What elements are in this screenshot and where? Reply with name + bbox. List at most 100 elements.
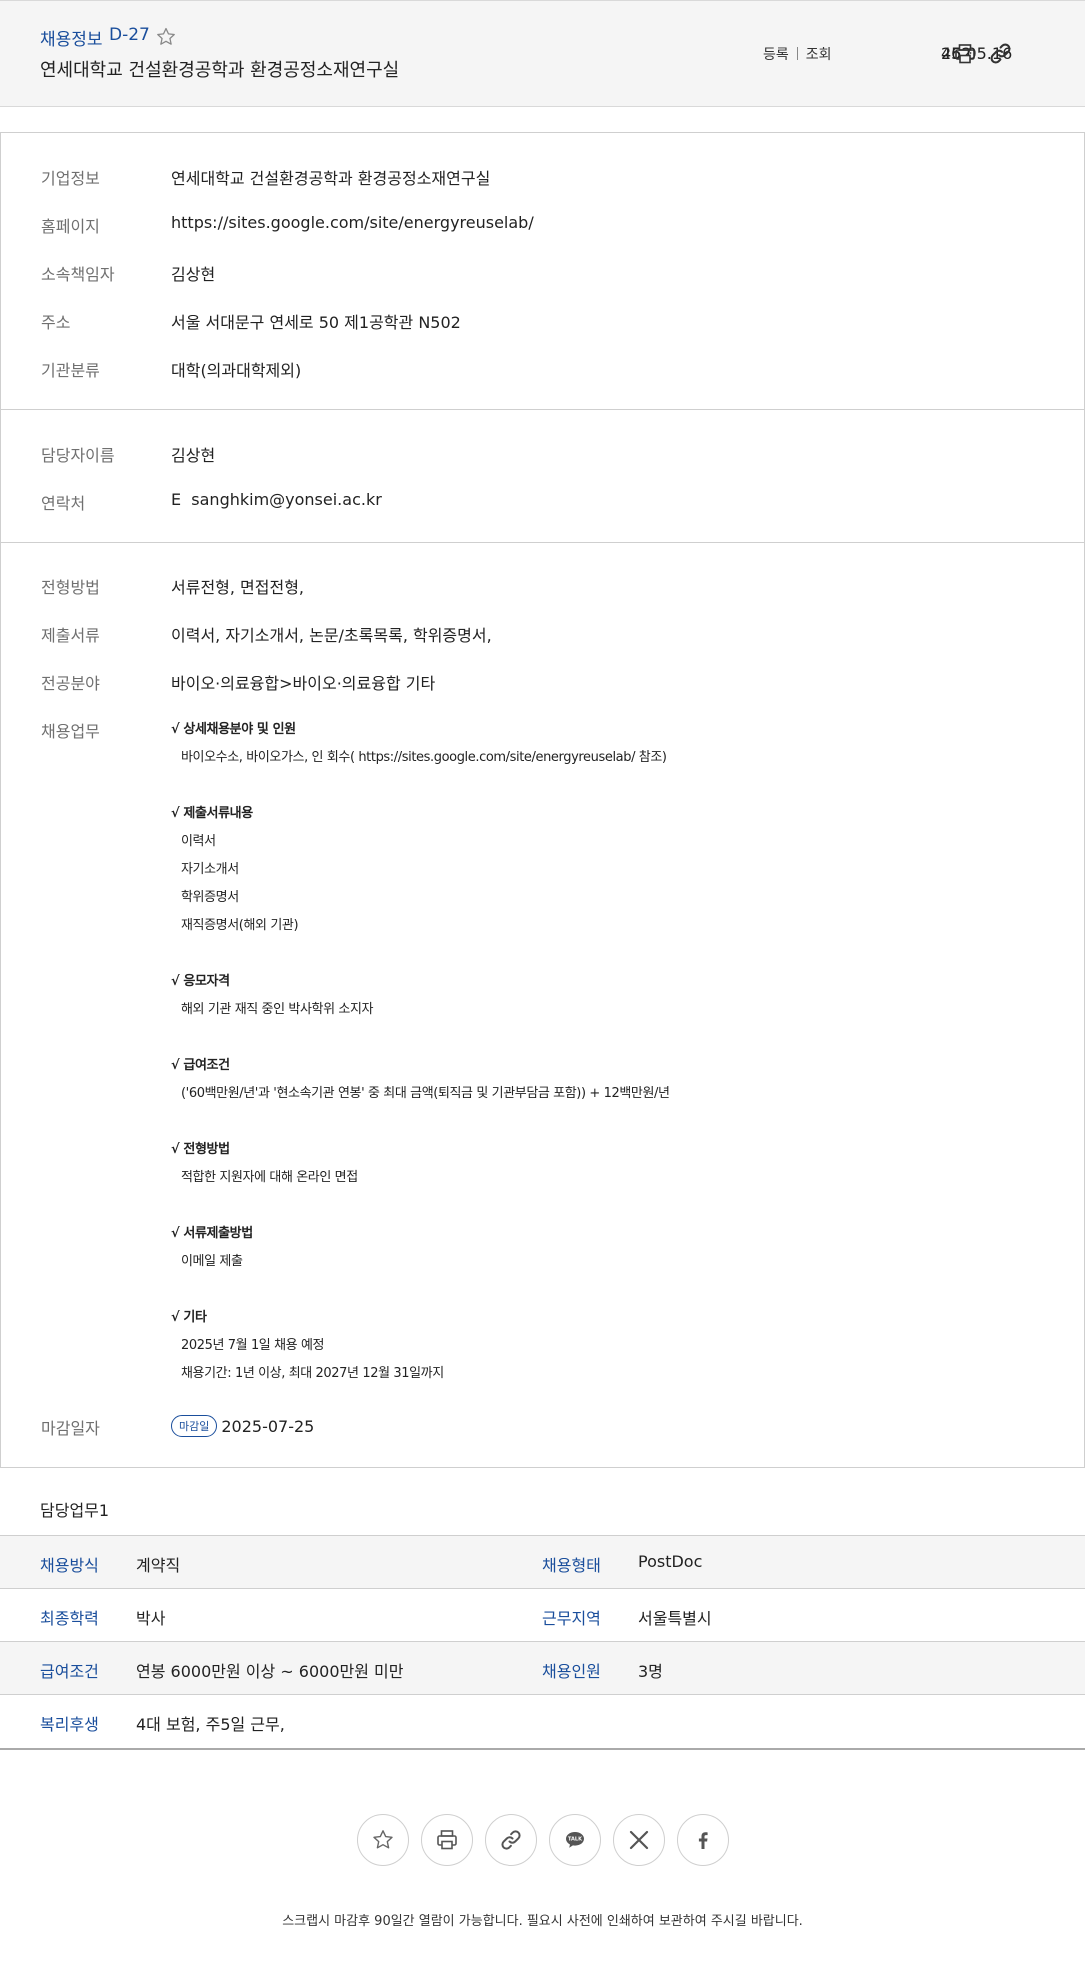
duty-section-title: √ 제출서류내용: [171, 806, 253, 821]
selection-method-label: 전형방법: [41, 578, 100, 597]
table-key: 최종학력: [40, 1609, 99, 1628]
duty-line: 이력서: [181, 834, 216, 849]
page-title: 연세대학교 건설환경공학과 환경공정소재연구실: [40, 60, 400, 81]
duty-line: ('60백만원/년'과 '현소속기관 연봉' 중 최대 금액(퇴직금 및 기관부…: [181, 1086, 670, 1101]
duty-section: √ 전형방법 적합한 지원자에 대해 온라인 면접: [171, 1136, 991, 1192]
duty-line: 재직증명서(해외 기관): [181, 918, 299, 933]
duty-section-title: √ 응모자격: [171, 974, 230, 989]
address-label: 주소: [41, 313, 71, 332]
registered-label: 등록: [763, 47, 789, 63]
deadline-label: 마감일자: [41, 1419, 100, 1438]
table-value: 4대 보험, 주5일 근무,: [136, 1715, 285, 1734]
table-value: 박사: [136, 1609, 166, 1628]
deadline-date: 2025-07-25: [221, 1417, 315, 1436]
table-row: 채용방식 계약직 채용형태 PostDoc: [0, 1536, 1085, 1589]
duty-section-title: √ 전형방법: [171, 1142, 230, 1157]
facebook-icon: [698, 1832, 708, 1849]
email-prefix: E: [171, 490, 182, 509]
contact-name-value: 김상현: [171, 446, 216, 465]
major-value: 바이오·의료융합>바이오·의료융합 기타: [171, 674, 436, 693]
duty-line: 채용기간: 1년 이상, 최대 2027년 12월 31일까지: [181, 1366, 444, 1381]
duty-line: 자기소개서: [181, 862, 239, 877]
duty-table: 채용방식 계약직 채용형태 PostDoc 최종학력 박사 근무지역 서울특별시…: [0, 1535, 1085, 1750]
documents-label: 제출서류: [41, 626, 100, 645]
duty-description: √ 상세채용분야 및 인원 바이오수소, 바이오가스, 인 회수( https:…: [171, 716, 991, 1388]
scrap-notice: 스크랩시 마감후 90일간 열람이 가능합니다. 필요시 사전에 인쇄하여 보관…: [282, 1914, 803, 1929]
kakaotalk-share-button[interactable]: TALK: [549, 1814, 601, 1866]
duty-section: √ 기타 2025년 7월 1일 채용 예정 채용기간: 1년 이상, 최대 2…: [171, 1304, 991, 1388]
scrap-button[interactable]: [357, 1814, 409, 1866]
duty-section: √ 급여조건 ('60백만원/년'과 '현소속기관 연봉' 중 최대 금액(퇴직…: [171, 1052, 991, 1108]
documents-value: 이력서, 자기소개서, 논문/초록목록, 학위증명서,: [171, 626, 492, 645]
duty-section: √ 응모자격 해외 기관 재직 중인 박사학위 소지자: [171, 968, 991, 1024]
email-link[interactable]: sanghkim@yonsei.ac.kr: [191, 490, 382, 509]
x-share-button[interactable]: [613, 1814, 665, 1866]
table-row: 급여조건 연봉 6000만원 이상 ~ 6000만원 미만 채용인원 3명: [0, 1642, 1085, 1695]
section-divider: [1, 542, 1084, 543]
duty-label: 채용업무: [41, 722, 100, 741]
manager-value: 김상현: [171, 265, 216, 284]
page-header: 채용정보 D-27 연세대학교 건설환경공학과 환경공정소재연구실 등록 25.0…: [0, 0, 1085, 107]
kakaotalk-icon: TALK: [566, 1832, 584, 1848]
homepage-link[interactable]: https://sites.google.com/site/energyreus…: [171, 213, 534, 232]
star-icon[interactable]: [155, 26, 177, 48]
meta-divider: [796, 47, 798, 60]
duty-line: 이메일 제출: [181, 1254, 243, 1269]
contact-email: E sanghkim@yonsei.ac.kr: [171, 490, 382, 509]
table-row: 복리후생 4대 보험, 주5일 근무,: [0, 1695, 1085, 1748]
table-key: 채용인원: [542, 1662, 601, 1681]
kakaotalk-label: TALK: [568, 1837, 583, 1843]
duty-section: √ 제출서류내용 이력서 자기소개서 학위증명서 재직증명서(해외 기관): [171, 800, 991, 940]
homepage-label: 홈페이지: [41, 217, 100, 236]
duty-section: √ 서류제출방법 이메일 제출: [171, 1220, 991, 1276]
deadline-badge: 마감일: [171, 1415, 218, 1437]
duty-line: 2025년 7월 1일 채용 예정: [181, 1338, 325, 1353]
post-meta: 등록 25.05.16 조회 462: [763, 44, 1012, 64]
print-icon[interactable]: [953, 42, 977, 66]
company-label: 기업정보: [41, 169, 100, 188]
duty-section-title: √ 급여조건: [171, 1058, 230, 1073]
address-value: 서울 서대문구 연세로 50 제1공학관 N502: [171, 313, 461, 332]
duty-line: 해외 기관 재직 중인 박사학위 소지자: [181, 1002, 374, 1017]
job-info-box: 기업정보 연세대학교 건설환경공학과 환경공정소재연구실 홈페이지 https:…: [0, 132, 1085, 1468]
table-row: 최종학력 박사 근무지역 서울특별시: [0, 1589, 1085, 1642]
table-key: 채용형태: [542, 1556, 601, 1575]
selection-method-value: 서류전형, 면접전형,: [171, 578, 305, 597]
table-key: 복리후생: [40, 1715, 99, 1734]
section-divider: [1, 409, 1084, 410]
table-value: 연봉 6000만원 이상 ~ 6000만원 미만: [136, 1662, 404, 1681]
deadline-value: 마감일 2025-07-25: [171, 1415, 314, 1437]
duty-section-title: √ 서류제출방법: [171, 1226, 253, 1241]
company-value: 연세대학교 건설환경공학과 환경공정소재연구실: [171, 169, 491, 188]
duty-heading: 담당업무1: [40, 1501, 110, 1520]
table-value: PostDoc: [638, 1552, 703, 1571]
table-key: 근무지역: [542, 1609, 601, 1628]
copy-link-button[interactable]: [485, 1814, 537, 1866]
star-icon: [373, 1830, 393, 1849]
duty-line: 바이오수소, 바이오가스, 인 회수( https://sites.google…: [181, 750, 667, 765]
table-value: 3명: [638, 1662, 663, 1681]
table-value: 계약직: [136, 1556, 181, 1575]
contact-name-label: 담당자이름: [41, 446, 115, 465]
print-button[interactable]: [421, 1814, 473, 1866]
duty-line: 학위증명서: [181, 890, 239, 905]
table-key: 채용방식: [40, 1556, 99, 1575]
views-label: 조회: [805, 47, 832, 63]
duty-section-title: √ 상세채용분야 및 인원: [171, 722, 296, 737]
duty-section-title: √ 기타: [171, 1310, 207, 1325]
duty-line: 적합한 지원자에 대해 온라인 면접: [181, 1170, 358, 1185]
dday-badge: D-27: [109, 25, 150, 45]
duty-section: √ 상세채용분야 및 인원 바이오수소, 바이오가스, 인 회수( https:…: [171, 716, 991, 772]
print-icon: [437, 1830, 457, 1850]
table-key: 급여조건: [40, 1662, 99, 1681]
major-label: 전공분야: [41, 674, 100, 693]
link-icon: [501, 1830, 521, 1850]
link-icon[interactable]: [988, 41, 1013, 66]
table-value: 서울특별시: [638, 1609, 712, 1628]
x-icon: [629, 1830, 649, 1850]
facebook-share-button[interactable]: [677, 1814, 729, 1866]
contact-label: 연락처: [41, 494, 86, 513]
manager-label: 소속책임자: [41, 265, 115, 284]
org-type-label: 기관분류: [41, 361, 100, 380]
org-type-value: 대학(의과대학제외): [171, 361, 302, 380]
